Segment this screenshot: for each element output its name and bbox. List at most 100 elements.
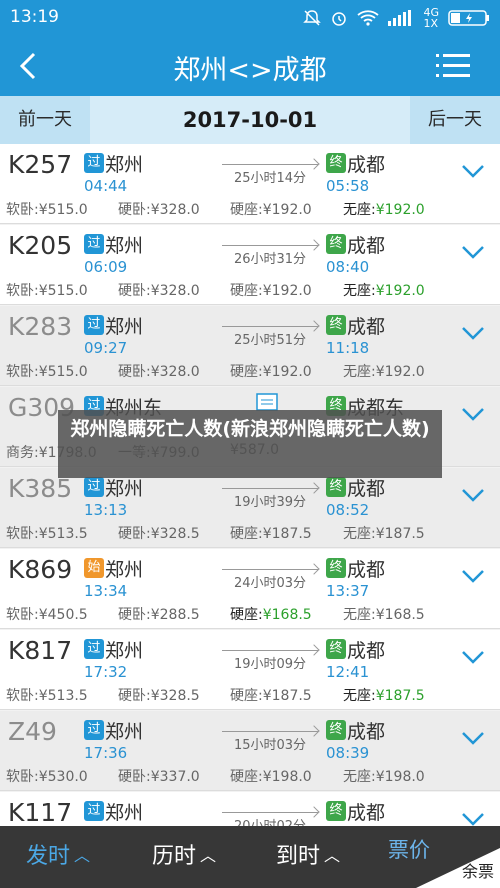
status-icons: 4G 1X [303, 6, 490, 30]
seat-type: 软卧: [6, 769, 39, 785]
sort-tab-arrival[interactable]: 到时 ︿ [276, 826, 340, 888]
duration-line [222, 650, 318, 651]
nav-bar: 郑州<>成都 [0, 36, 500, 96]
seat-type: 软卧: [6, 607, 39, 623]
seat-price: 硬座:¥187.5 [230, 685, 312, 705]
train-row[interactable]: K817 过郑州 17:32 19小时09分终成都 12:41 软卧:¥513.5 硬卧:¥… [0, 630, 500, 710]
to-station: 成都 [347, 316, 386, 338]
caret-up-icon: ︿ [324, 846, 341, 865]
seat-price: 硬座:¥198.0 [230, 766, 312, 786]
seat-price: 无座:¥198.0 [343, 766, 425, 786]
caret-up-icon: ︿ [74, 846, 91, 865]
duration-text: 19小时39分 [233, 495, 307, 510]
chevron-down-icon[interactable] [460, 403, 486, 425]
duration-text: 25小时51分 [233, 333, 307, 348]
from-station: 郑州 [105, 559, 144, 581]
seat-type: 无座: [343, 526, 376, 542]
from-station: 郑州 [105, 640, 144, 662]
chevron-down-icon[interactable] [460, 727, 486, 749]
sort-tab-duration[interactable]: 历时 ︿ [152, 826, 216, 888]
seat-price: 硬座:¥192.0 [230, 199, 312, 219]
duration-line [222, 488, 318, 489]
to-station: 成都 [347, 559, 386, 581]
train-code: K869 [8, 555, 73, 584]
seat-type: 硬座: [230, 526, 263, 542]
seat-type: 无座: [343, 364, 376, 380]
seat-price: 软卧:¥515.0 [6, 361, 88, 381]
seat-price: 无座:¥187.5 [343, 523, 425, 543]
seat-price: 硬座:¥192.0 [230, 361, 312, 381]
train-row[interactable]: K205 过郑州 06:09 26小时31分终成都 08:40 软卧:¥515.0 硬卧:¥… [0, 225, 500, 305]
duration: 24小时03分 [222, 562, 320, 591]
seat-type: 无座: [343, 688, 376, 704]
seat-type: 硬座: [230, 688, 263, 704]
train-row[interactable]: K283 过郑州 09:27 25小时51分终成都 11:18 软卧:¥515.0 硬卧:¥… [0, 306, 500, 386]
to-station-tag: 终 [326, 720, 346, 740]
train-code: K205 [8, 231, 73, 260]
seat-price: 硬卧:¥328.0 [118, 280, 200, 300]
seat-type: 硬座: [230, 283, 263, 299]
seat-price: 硬卧:¥337.0 [118, 766, 200, 786]
departure-time: 17:36 [84, 744, 128, 762]
seat-price-value: ¥168.5 [262, 607, 312, 623]
seat-price-value: ¥187.5 [375, 688, 425, 704]
duration-text: 24小时03分 [233, 576, 307, 591]
chevron-down-icon[interactable] [460, 484, 486, 506]
date-bar: 前一天 2017-10-01 后一天 [0, 96, 500, 144]
departure-time: 13:34 [84, 582, 128, 600]
duration: 19小时39分 [222, 481, 320, 510]
seat-price-value: ¥328.0 [150, 364, 200, 380]
seat-price: 无座:¥192.0 [343, 280, 425, 300]
chevron-down-icon[interactable] [460, 646, 486, 668]
chevron-down-icon[interactable] [460, 322, 486, 344]
from-station-tag: 过 [84, 153, 104, 173]
from-station-tag: 过 [84, 639, 104, 659]
seat-price-value: ¥192.0 [262, 364, 312, 380]
from-station-tag: 过 [84, 801, 104, 821]
seat-price-value: ¥198.0 [375, 769, 425, 785]
seat-type: 硬卧: [118, 688, 151, 704]
from-station: 郑州 [105, 316, 144, 338]
train-row[interactable]: K869 始郑州 13:34 24小时03分终成都 13:37 软卧:¥450.5 硬卧:¥… [0, 549, 500, 629]
train-row[interactable]: K385 过郑州 13:13 19小时39分终成都 08:52 软卧:¥513.5 硬卧:¥… [0, 468, 500, 548]
sort-tab-departure[interactable]: 发时 ︿ [26, 826, 90, 888]
seat-price-value: ¥192.0 [262, 202, 312, 218]
from-station-tag: 过 [84, 720, 104, 740]
page-title: 郑州<>成都 [173, 55, 327, 86]
chevron-down-icon[interactable] [460, 160, 486, 182]
seat-type: 软卧: [6, 283, 39, 299]
menu-icon[interactable] [436, 52, 470, 80]
seat-type: 硬座: [230, 607, 263, 623]
seat-price: 硬座:¥192.0 [230, 280, 312, 300]
current-date[interactable]: 2017-10-01 [90, 96, 410, 144]
duration: 25小时51分 [222, 319, 320, 348]
train-code: Z49 [8, 717, 57, 746]
seat-price: 软卧:¥515.0 [6, 199, 88, 219]
remaining-tickets-label: 余票 [461, 862, 494, 881]
from-station-tag: 始 [84, 558, 104, 578]
train-row[interactable]: K257 过郑州 04:44 25小时14分终成都 05:58 软卧:¥515.0 硬卧:¥… [0, 144, 500, 224]
seat-price: 软卧:¥513.5 [6, 685, 88, 705]
chevron-down-icon[interactable] [460, 241, 486, 263]
chevron-down-icon[interactable] [460, 808, 486, 826]
remaining-tickets-button[interactable]: 余票 [416, 848, 500, 888]
train-code: K817 [8, 636, 73, 665]
train-row[interactable]: K117 过郑州 20小时02分终成都 [0, 792, 500, 826]
chevron-down-icon[interactable] [460, 565, 486, 587]
seat-type: 无座: [343, 202, 376, 218]
from-station: 郑州 [105, 721, 144, 743]
prev-day-button[interactable]: 前一天 [0, 96, 90, 144]
seat-price: 无座:¥168.5 [343, 604, 425, 624]
next-day-button[interactable]: 后一天 [410, 96, 500, 144]
duration-text: 19小时09分 [233, 657, 307, 672]
duration-text: 15小时03分 [233, 738, 307, 753]
duration: 26小时31分 [222, 238, 320, 267]
arrival-time: 08:39 [326, 744, 370, 762]
seat-price: 软卧:¥515.0 [6, 280, 88, 300]
to-station: 成都 [347, 154, 386, 176]
seat-price: 无座:¥192.0 [343, 199, 425, 219]
train-list: K257 过郑州 04:44 25小时14分终成都 05:58 软卧:¥515.0 硬卧:¥… [0, 144, 500, 826]
train-row[interactable]: Z49 过郑州 17:36 15小时03分 终成都 08:39 软卧:¥530.0 硬卧:¥3… [0, 711, 500, 791]
seat-type: 商务: [6, 445, 39, 461]
overlay-caption: 郑州隐瞒死亡人数(新浪郑州隐瞒死亡人数) [58, 410, 442, 478]
